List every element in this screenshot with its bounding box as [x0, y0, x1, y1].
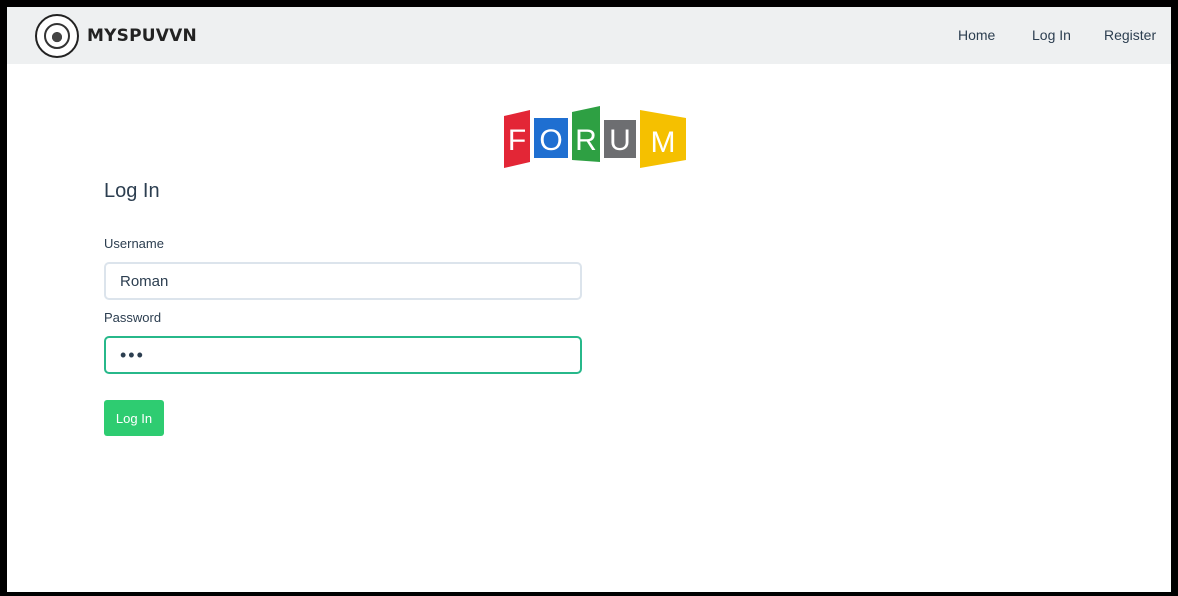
password-field[interactable] — [104, 336, 582, 374]
logo-letter-r: R — [572, 106, 600, 162]
svg-text:F: F — [508, 124, 526, 157]
svg-text:O: O — [539, 124, 562, 157]
logo-letter-u: U — [604, 120, 636, 158]
logo-letter-f: F — [504, 110, 530, 168]
university-seal-icon — [35, 14, 79, 58]
brand[interactable]: MYSPUVVN — [35, 14, 197, 58]
login-button[interactable]: Log In — [104, 400, 164, 436]
svg-text:U: U — [609, 124, 631, 157]
nav-link-home[interactable]: Home — [958, 27, 995, 43]
seal-emblem — [44, 23, 70, 49]
logo-letter-m: M — [640, 110, 686, 168]
brand-name[interactable]: MYSPUVVN — [87, 26, 197, 46]
username-field[interactable] — [104, 262, 582, 300]
nav-link-login[interactable]: Log In — [1032, 27, 1071, 43]
svg-text:R: R — [575, 124, 597, 157]
nav-link-register[interactable]: Register — [1104, 27, 1156, 43]
svg-text:M: M — [651, 126, 676, 159]
page-title: Log In — [104, 180, 160, 202]
forum-logo: F O R U M — [504, 106, 686, 168]
browser-viewport: MYSPUVVN Home Log In Register F O R U M … — [7, 7, 1171, 592]
username-label: Username — [104, 236, 164, 251]
logo-letter-o: O — [534, 118, 568, 158]
navbar: MYSPUVVN Home Log In Register — [7, 7, 1171, 64]
password-label: Password — [104, 310, 162, 325]
